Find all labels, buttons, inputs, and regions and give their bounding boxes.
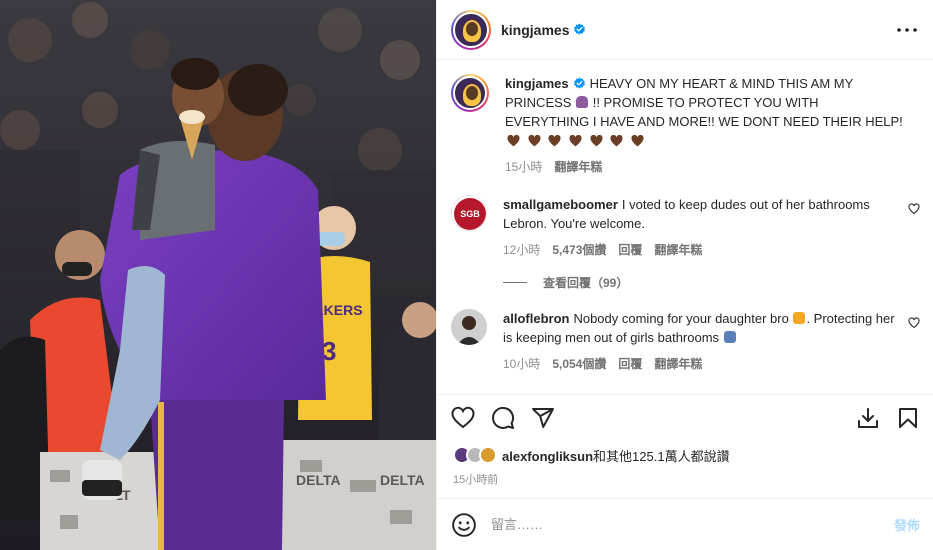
comment-bubble-icon[interactable] xyxy=(491,406,515,430)
verified-badge-icon xyxy=(573,77,585,89)
post-panel: kingjames kingjames HEAVY ON MY HEART & … xyxy=(436,0,933,550)
caption-avatar[interactable] xyxy=(451,74,489,112)
post-author-username[interactable]: kingjames xyxy=(501,22,586,38)
comment-meta: 10小時 5,054個讚 回覆 翻譯年糕 xyxy=(503,355,903,372)
liker-avatars[interactable] xyxy=(453,446,497,464)
face-emoji-icon xyxy=(793,312,806,324)
brown-heart-icon xyxy=(631,135,644,147)
likes-text: alexfongliksun和其他125.1萬人都說讚 xyxy=(502,446,730,465)
reply-button[interactable]: 回覆 xyxy=(618,241,642,258)
comment-input[interactable] xyxy=(491,517,851,532)
brown-heart-icon xyxy=(528,135,541,147)
like-heart-icon[interactable] xyxy=(451,406,475,430)
comment-time[interactable]: 10小時 xyxy=(503,355,540,372)
emoji-smile-icon[interactable] xyxy=(451,512,477,538)
instagram-post: 3 LAKERS DELTA DELTA DELT xyxy=(0,0,933,550)
view-replies-button[interactable]: 查看回覆（99） xyxy=(503,274,920,291)
comment-username[interactable]: smallgameboomer xyxy=(503,197,618,212)
post-author-avatar[interactable] xyxy=(451,9,491,50)
liker-avatar xyxy=(479,446,497,464)
caption-meta: 15小時 翻譯年糕 xyxy=(505,158,905,175)
add-comment-bar: 發佈 xyxy=(437,498,933,550)
post-header: kingjames xyxy=(437,0,933,60)
caption-time[interactable]: 15小時 xyxy=(505,158,542,175)
reply-button[interactable]: 回覆 xyxy=(618,355,642,372)
comment-like-heart-icon[interactable] xyxy=(908,317,920,329)
brown-heart-icon xyxy=(610,135,623,147)
avatar-image xyxy=(451,309,487,345)
comment-text: alloflebron Nobody coming for your daught… xyxy=(503,309,903,347)
post-timestamp[interactable]: 15小時前 xyxy=(437,471,933,487)
brown-heart-icon xyxy=(569,135,582,147)
translate-button[interactable]: 翻譯年糕 xyxy=(654,355,702,372)
action-bar-right xyxy=(856,406,920,430)
comment-body: smallgameboomer I voted to keep dudes out… xyxy=(503,195,903,258)
avatar-image xyxy=(453,76,487,110)
comment-username[interactable]: alloflebron xyxy=(503,311,569,326)
comment-likes[interactable]: 5,473個讚 xyxy=(552,241,606,258)
more-horizontal-icon xyxy=(897,27,917,32)
commenter-avatar[interactable] xyxy=(451,309,487,345)
likes-rest[interactable]: 和其他125.1萬人都說讚 xyxy=(593,449,730,464)
caption-text: kingjames HEAVY ON MY HEART & MIND THIS A… xyxy=(505,74,905,150)
action-bar xyxy=(437,395,933,441)
replies-divider xyxy=(503,282,527,283)
brown-heart-icon xyxy=(548,135,561,147)
comment-meta: 12小時 5,473個讚 回覆 翻譯年糕 xyxy=(503,241,903,258)
sgb-logo-text: SGB xyxy=(460,209,480,219)
princess-emoji-icon xyxy=(576,96,589,108)
bookmark-save-icon[interactable] xyxy=(896,406,920,430)
svg-text:DELTA: DELTA xyxy=(296,472,341,488)
brown-heart-icon xyxy=(590,135,602,147)
comment-item: alloflebron Nobody coming for your daught… xyxy=(451,309,920,372)
comments-list[interactable]: kingjames HEAVY ON MY HEART & MIND THIS A… xyxy=(437,60,933,394)
brown-hearts-emoji xyxy=(505,133,646,148)
person-shrug-emoji-icon xyxy=(723,331,736,343)
comment-likes[interactable]: 5,054個讚 xyxy=(552,355,606,372)
comment-content-part1: Nobody coming for your daughter bro xyxy=(573,311,789,326)
commenter-avatar[interactable]: SGB xyxy=(451,195,487,231)
post-actions: alexfongliksun和其他125.1萬人都說讚 15小時前 xyxy=(437,394,933,487)
caption-translate-button[interactable]: 翻譯年糕 xyxy=(554,158,602,175)
comment-item: SGB smallgameboomer I voted to keep dudes… xyxy=(451,195,920,258)
username-text[interactable]: kingjames xyxy=(501,22,569,38)
comment-time[interactable]: 12小時 xyxy=(503,241,540,258)
caption-body: kingjames HEAVY ON MY HEART & MIND THIS A… xyxy=(505,74,905,175)
liker-username[interactable]: alexfongliksun xyxy=(502,449,593,464)
photo-scene: 3 LAKERS DELTA DELTA DELT xyxy=(0,0,436,550)
post-comment-button[interactable]: 發佈 xyxy=(894,515,920,534)
sgb-logo-icon: SGB xyxy=(454,198,486,230)
share-paper-plane-icon[interactable] xyxy=(531,406,555,430)
svg-text:DELTA: DELTA xyxy=(380,472,425,488)
comment-like-heart-icon[interactable] xyxy=(908,203,920,215)
download-icon[interactable] xyxy=(856,406,880,430)
avatar-image xyxy=(453,11,489,48)
view-replies-label[interactable]: 查看回覆（99） xyxy=(543,274,628,291)
caption-username[interactable]: kingjames xyxy=(505,76,569,91)
comment-body: alloflebron Nobody coming for your daught… xyxy=(503,309,903,372)
comment-text: smallgameboomer I voted to keep dudes out… xyxy=(503,195,903,233)
translate-button[interactable]: 翻譯年糕 xyxy=(654,241,702,258)
more-options-button[interactable] xyxy=(895,18,919,42)
post-photo[interactable]: 3 LAKERS DELTA DELTA DELT xyxy=(0,0,436,550)
verified-badge-icon xyxy=(574,23,586,35)
post-caption: kingjames HEAVY ON MY HEART & MIND THIS A… xyxy=(451,74,920,175)
likes-summary: alexfongliksun和其他125.1萬人都說讚 xyxy=(437,443,933,467)
brown-heart-icon xyxy=(507,135,520,147)
